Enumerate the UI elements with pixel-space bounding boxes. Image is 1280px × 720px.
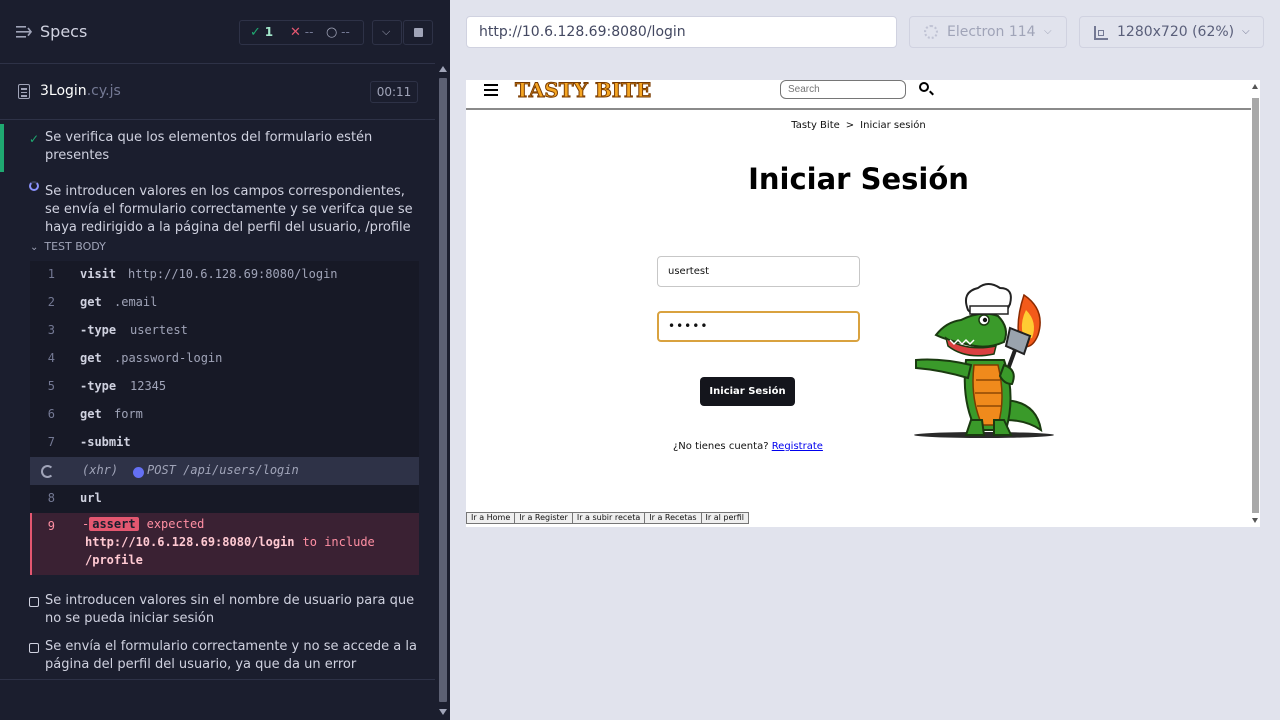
username-field[interactable]: usertest <box>657 256 860 287</box>
scrollbar-thumb[interactable] <box>439 78 447 702</box>
go-upload-recipe-button[interactable]: Ir a subir receta <box>571 512 646 524</box>
document-icon <box>18 84 30 99</box>
reporter-scrollbar[interactable] <box>436 64 450 720</box>
test-body-header[interactable]: ⌄ TEST BODY <box>30 240 106 253</box>
go-register-button[interactable]: Ir a Register <box>514 512 573 524</box>
runner-panel: http://10.6.128.69:8080/login Electron 1… <box>450 0 1280 720</box>
test-item-passed[interactable]: ✓ Se verifica que los elementos del form… <box>0 124 435 172</box>
stop-button[interactable] <box>403 20 433 45</box>
reporter-panel: Specs ✓ 1 ✕ -- ○ -- ⌵ 3Login.cy.js 00:11… <box>0 0 450 720</box>
check-icon: ✓ <box>250 25 261 40</box>
breadcrumb-home[interactable]: Tasty Bite <box>791 120 840 131</box>
aut-url-bar[interactable]: http://10.6.128.69:8080/login <box>466 16 897 48</box>
pending-square-icon <box>29 643 39 653</box>
test-title: Se introducen valores sin el nombre de u… <box>45 593 415 626</box>
go-profile-button[interactable]: Ir al perfil <box>700 512 749 524</box>
running-spinner-icon <box>29 181 39 191</box>
site-logo[interactable]: TASTY BITE <box>514 80 651 101</box>
passed-count: ✓ 1 <box>250 25 274 40</box>
chevron-down-icon: ⌄ <box>30 242 39 253</box>
crocodile-chef-mascot-image <box>914 283 1054 438</box>
loading-spinner-icon <box>41 465 54 478</box>
search-icon[interactable] <box>919 82 934 96</box>
site-navbar: TASTY BITE <box>466 80 1251 110</box>
scroll-down-arrow-icon[interactable] <box>1252 518 1258 523</box>
divider <box>0 679 435 680</box>
test-title: Se verifica que los elementos del formul… <box>45 130 373 163</box>
scrollbar-thumb[interactable] <box>1252 98 1259 513</box>
scroll-up-arrow-icon[interactable] <box>439 66 447 72</box>
command-row[interactable]: 8 url <box>30 485 419 513</box>
footer-nav: Ir a Home Ir a Register Ir a subir receta I… <box>466 512 749 524</box>
stop-icon <box>414 28 423 37</box>
spec-filename: 3Login.cy.js <box>40 83 121 99</box>
command-row[interactable]: 2 get .email <box>30 289 419 317</box>
test-item-running[interactable]: Se introducen valores en los campos corr… <box>0 176 435 236</box>
app-under-test-frame: TASTY BITE Tasty Bite>Iniciar sesión Ini… <box>466 80 1260 527</box>
command-row[interactable]: 5 -type 12345 <box>30 373 419 401</box>
scroll-down-arrow-icon[interactable] <box>439 709 447 715</box>
electron-icon <box>924 25 938 39</box>
passed-indicator <box>0 124 4 172</box>
failed-count: ✕ -- <box>290 25 314 40</box>
command-row[interactable]: 6 get form <box>30 401 419 429</box>
breadcrumb: Tasty Bite > Iniciar sesión <box>791 120 926 131</box>
command-row[interactable]: 3 -type usertest <box>30 317 419 345</box>
command-row[interactable]: 4 get .password-login <box>30 345 419 373</box>
test-item-pending[interactable]: Se introducen valores sin el nombre de u… <box>0 592 435 632</box>
command-row[interactable]: 7 -submit <box>30 429 419 457</box>
no-account-text: ¿No tienes cuenta? Registrate <box>673 441 823 452</box>
search-input[interactable] <box>780 80 906 99</box>
xhr-pending-dot-icon <box>133 467 144 478</box>
hamburger-menu-icon[interactable] <box>484 84 498 96</box>
xhr-command-row[interactable]: (xhr) POST /api/users/login <box>30 457 419 485</box>
specs-list-icon[interactable] <box>16 25 32 39</box>
go-recipes-button[interactable]: Ir a Recetas <box>644 512 702 524</box>
test-title: Se introducen valores en los campos corr… <box>45 184 413 235</box>
spec-row[interactable]: 3Login.cy.js 00:11 <box>0 64 435 120</box>
test-item-pending[interactable]: Se envía el formulario correctamente y n… <box>0 638 435 678</box>
aut-scrollbar[interactable] <box>1251 80 1260 527</box>
assert-badge: assert <box>89 517 139 531</box>
pending-count: ○ -- <box>326 25 350 40</box>
spec-duration: 00:11 <box>370 81 418 103</box>
failed-assert-row[interactable]: 9 - assert expected http://10.6.128.69:808… <box>30 513 419 575</box>
pending-icon: ○ <box>326 25 338 40</box>
scroll-up-arrow-icon[interactable] <box>1252 84 1258 89</box>
test-stats: ✓ 1 ✕ -- ○ -- <box>239 20 364 45</box>
reporter-header: Specs ✓ 1 ✕ -- ○ -- ⌵ <box>0 0 435 64</box>
chevron-down-icon: ⌵ <box>1044 26 1052 37</box>
command-row[interactable]: 1 visit http://10.6.128.69:8080/login <box>30 261 419 289</box>
toggle-auto-scroll-button[interactable]: ⌵ <box>372 20 402 45</box>
chevron-down-icon: ⌵ <box>1242 26 1250 37</box>
pending-square-icon <box>29 597 39 607</box>
password-field[interactable]: ••••• <box>657 311 860 342</box>
viewport-ruler-icon <box>1094 26 1108 40</box>
register-link[interactable]: Registrate <box>772 441 823 452</box>
x-icon: ✕ <box>290 25 301 40</box>
check-icon: ✓ <box>29 132 40 146</box>
page-title: Iniciar Sesión <box>748 162 969 196</box>
login-button[interactable]: Iniciar Sesión <box>700 377 795 406</box>
browser-selector[interactable]: Electron 114 ⌵ <box>909 16 1067 48</box>
viewport-selector[interactable]: 1280x720 (62%) ⌵ <box>1079 16 1264 48</box>
chevron-down-icon: ⌵ <box>382 25 391 38</box>
breadcrumb-current: Iniciar sesión <box>860 120 926 131</box>
specs-title[interactable]: Specs <box>40 22 87 41</box>
go-home-button[interactable]: Ir a Home <box>466 512 516 524</box>
test-title: Se envía el formulario correctamente y n… <box>45 639 417 672</box>
